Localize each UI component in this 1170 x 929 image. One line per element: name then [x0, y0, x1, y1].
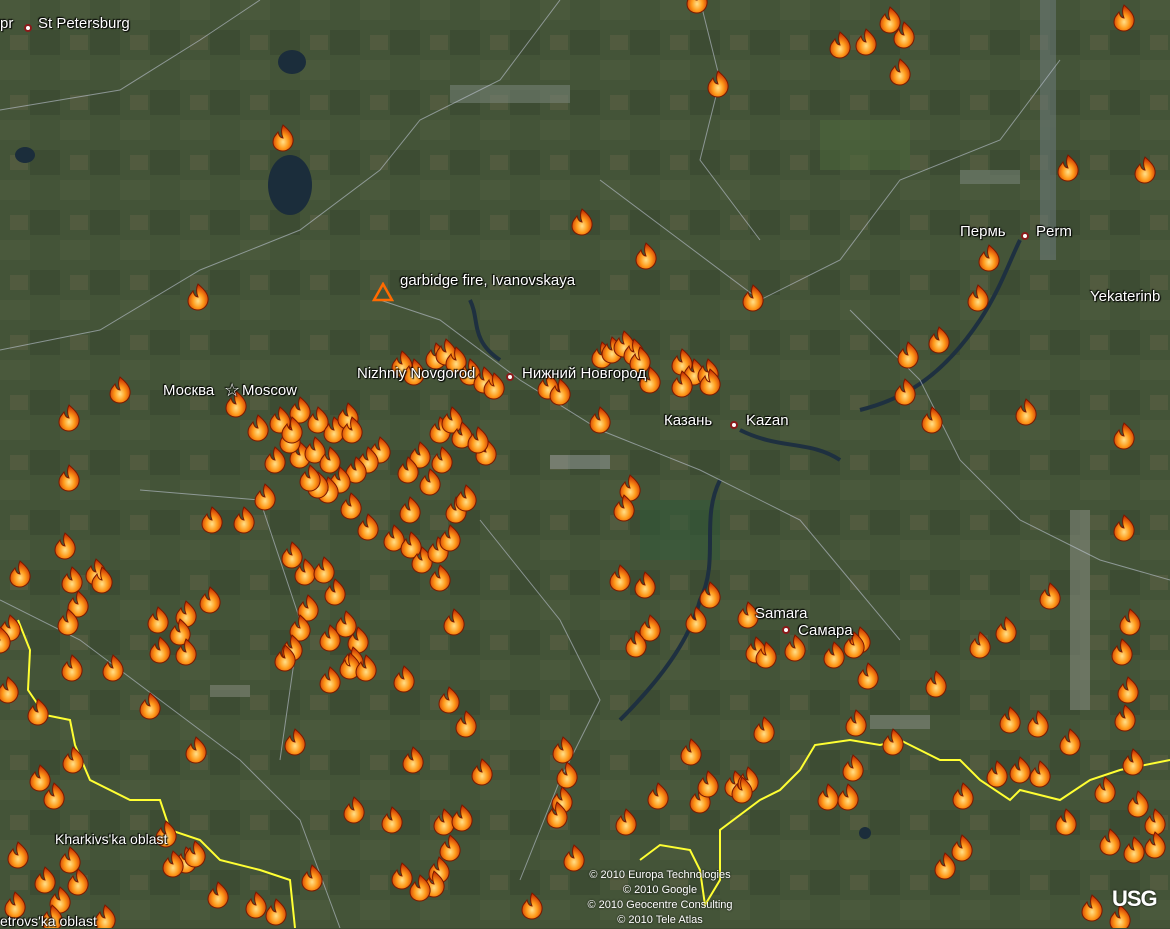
label-petrovs-oblast: etrovs'ka oblast	[0, 913, 97, 929]
label-kazan[interactable]: Kazan	[746, 413, 789, 428]
copyright-line: © 2010 Europa Technologies	[589, 869, 731, 881]
city-marker-st-petersburg[interactable]	[24, 24, 32, 32]
label-nizhniy-ru[interactable]: Нижний Новгород	[522, 366, 646, 381]
label-samara[interactable]: Samara	[755, 606, 808, 621]
city-marker-kazan[interactable]	[730, 421, 738, 429]
label-st-petersburg[interactable]: St Petersburg	[38, 16, 130, 31]
label-nizhniy[interactable]: Nizhniy Novgorod	[357, 366, 475, 381]
copyright-line: © 2010 Google	[622, 884, 698, 896]
label-st-petersburg-prefix: pr	[0, 15, 14, 32]
triangle-warning-icon[interactable]	[372, 282, 394, 302]
city-marker-perm[interactable]	[1021, 232, 1029, 240]
label-kazan-ru[interactable]: Казань	[664, 413, 712, 428]
label-moscow[interactable]: Moscow	[242, 383, 297, 398]
label-samara-ru[interactable]: Самара	[798, 623, 853, 638]
satellite-map[interactable]	[0, 0, 1170, 928]
city-marker-nizhniy[interactable]	[506, 373, 514, 381]
copyright-line: © 2010 Geocentre Consulting	[587, 899, 733, 911]
star-icon[interactable]: ☆	[224, 381, 240, 399]
city-marker-samara[interactable]	[782, 626, 790, 634]
label-garbage-fire[interactable]: garbidge fire, Ivanovskaya	[400, 273, 575, 288]
label-moscow-ru[interactable]: Москва	[163, 383, 214, 398]
copyright-line: © 2010 Tele Atlas	[617, 914, 703, 926]
copyright-block: © 2010 Europa Technologies © 2010 Google…	[560, 868, 760, 928]
label-yekaterinburg[interactable]: Yekaterinb	[1090, 289, 1160, 304]
usgs-logo: USG	[1112, 886, 1158, 911]
label-perm-ru[interactable]: Пермь	[960, 224, 1006, 239]
label-perm[interactable]: Perm	[1036, 224, 1072, 239]
label-kharkiv-oblast: Kharkivs'ka oblast	[55, 831, 168, 847]
